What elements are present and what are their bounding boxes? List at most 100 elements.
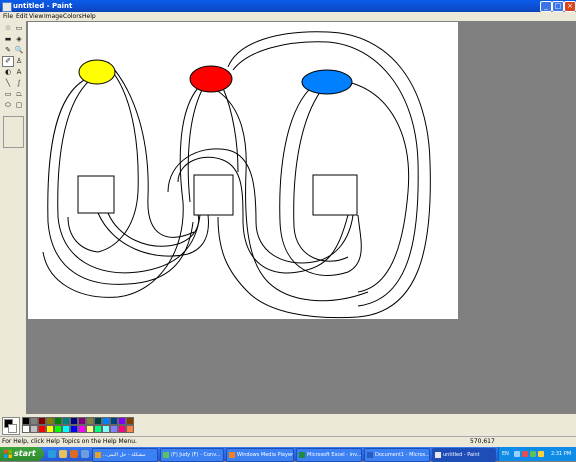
palette-swatch[interactable] (102, 425, 110, 433)
eraser-icon[interactable]: ▬ (3, 35, 13, 44)
palette-swatch[interactable] (70, 425, 78, 433)
airbrush-icon[interactable]: ◐ (3, 68, 13, 77)
red-ellipse (189, 65, 233, 93)
palette-swatch[interactable] (62, 417, 70, 425)
taskbar-item[interactable]: Windows Media Player (226, 448, 294, 462)
palette-swatch[interactable] (30, 417, 38, 425)
menu-help[interactable]: Help (82, 12, 96, 21)
background-color[interactable] (8, 424, 17, 433)
taskbar-item-label: Document1 - Micros... (375, 452, 430, 458)
menu-colors[interactable]: Colors (63, 12, 82, 21)
taskbar-item-label: ...مشكلة - حل التمر (103, 452, 146, 458)
left-box (77, 175, 115, 214)
palette-swatch[interactable] (118, 417, 126, 425)
windows-flag-icon (4, 450, 12, 458)
tool-options-box[interactable] (3, 116, 24, 148)
palette-swatch[interactable] (86, 425, 94, 433)
right-box (312, 174, 358, 216)
palette-swatch[interactable] (54, 417, 62, 425)
blue-ellipse (301, 69, 353, 95)
text-icon[interactable]: A (14, 68, 24, 77)
taskbar-item-label: Windows Media Player (237, 452, 294, 458)
rounded-rectangle-icon[interactable]: ▢ (14, 101, 24, 110)
media-player-icon (229, 451, 235, 458)
palette-swatch[interactable] (118, 425, 126, 433)
menu-edit[interactable]: Edit (16, 12, 28, 21)
status-coordinates: 570,617 (470, 438, 495, 445)
palette-swatch[interactable] (46, 425, 54, 433)
drawing-canvas[interactable] (28, 22, 458, 319)
tray-icon[interactable] (530, 451, 536, 457)
palette-swatch[interactable] (126, 425, 134, 433)
quick-launch-icon[interactable] (81, 450, 89, 458)
close-button[interactable]: × (564, 1, 576, 12)
pencil-icon[interactable]: ✐ (2, 56, 14, 67)
palette-swatch[interactable] (38, 417, 46, 425)
palette-swatch[interactable] (102, 417, 110, 425)
folder-icon[interactable] (59, 450, 67, 458)
taskbar-item-label: (F) Judy (F) - Conv... (171, 452, 221, 458)
window-title: untitled - Paint (13, 2, 73, 10)
app-icon (95, 451, 101, 458)
drawn-line (47, 77, 194, 285)
paint-app-icon[interactable] (2, 2, 12, 12)
palette-swatch[interactable] (110, 425, 118, 433)
title-bar[interactable] (0, 0, 576, 12)
messenger-icon (163, 451, 169, 458)
taskbar-item[interactable]: ...مشكلة - حل التمر (92, 448, 158, 462)
maximize-button[interactable]: □ (552, 1, 564, 12)
palette-swatch[interactable] (38, 425, 46, 433)
taskbar-item-label: untitled - Paint (443, 452, 480, 458)
palette-swatch[interactable] (94, 425, 102, 433)
fill-icon[interactable]: ◈ (14, 35, 24, 44)
tray-icon[interactable] (538, 451, 544, 457)
palette-swatch[interactable] (62, 425, 70, 433)
tray-icon[interactable] (522, 451, 528, 457)
start-label[interactable]: start (14, 447, 36, 461)
drawn-line (107, 61, 195, 238)
tray-icon[interactable] (514, 451, 520, 457)
palette-swatch[interactable] (46, 417, 54, 425)
taskbar-item[interactable]: Document1 - Micros... (364, 448, 430, 462)
select-icon[interactable]: ▭ (14, 24, 24, 33)
internet-explorer-icon[interactable] (48, 450, 56, 458)
menu-image[interactable]: Image (44, 12, 63, 21)
palette-swatch[interactable] (22, 425, 30, 433)
palette-swatch[interactable] (70, 417, 78, 425)
free-form-select-icon[interactable]: ☆ (3, 24, 13, 33)
palette-swatch[interactable] (30, 425, 38, 433)
menu-file[interactable]: File (3, 12, 13, 21)
polygon-icon[interactable]: ⏢ (14, 90, 24, 99)
magnifier-icon[interactable]: 🔍 (14, 46, 24, 55)
palette-swatch[interactable] (94, 417, 102, 425)
palette-swatch[interactable] (54, 425, 62, 433)
clock: 2:31 PM (551, 451, 572, 457)
word-icon (367, 451, 373, 458)
taskbar-item[interactable]: (F) Judy (F) - Conv... (160, 448, 224, 462)
palette-swatch[interactable] (22, 417, 30, 425)
taskbar-item-label: Microsoft Excel - inv... (307, 452, 362, 458)
palette-swatch[interactable] (78, 425, 86, 433)
excel-icon (299, 451, 305, 458)
brush-icon[interactable]: ♙ (14, 57, 24, 66)
firefox-icon[interactable] (70, 450, 78, 458)
palette-swatch[interactable] (78, 417, 86, 425)
yellow-ellipse (78, 59, 116, 85)
palette-swatch[interactable] (126, 417, 134, 425)
menu-view[interactable]: View (29, 12, 43, 21)
pick-color-icon[interactable]: ✎ (3, 46, 13, 55)
drawn-line (212, 87, 369, 302)
ellipse-icon[interactable]: ⬭ (3, 101, 13, 110)
menu-bar: File Edit View Image Colors Help (0, 12, 576, 21)
language-indicator[interactable]: EN (502, 447, 509, 461)
taskbar-item[interactable]: Microsoft Excel - inv... (296, 448, 362, 462)
status-help-text: For Help, click Help Topics on the Help … (2, 438, 137, 445)
drawn-line (187, 87, 204, 203)
rectangle-icon[interactable]: ▭ (3, 90, 13, 99)
line-icon[interactable]: ╲ (3, 79, 13, 88)
palette-swatch[interactable] (110, 417, 118, 425)
curve-icon[interactable]: ∫ (14, 79, 24, 88)
minimize-button[interactable]: _ (540, 1, 552, 12)
taskbar-item-active[interactable]: untitled - Paint (432, 448, 496, 462)
palette-swatch[interactable] (86, 417, 94, 425)
